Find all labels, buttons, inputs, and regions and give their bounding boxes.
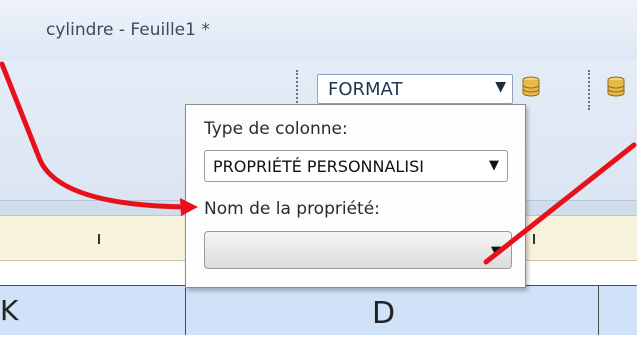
property-name-label: Nom de la propriété:	[204, 199, 380, 219]
property-name-dropdown[interactable]: ▼	[204, 231, 512, 269]
column-type-value: PROPRIÉTÉ PERSONNALISI	[213, 157, 424, 176]
column-header-strip	[0, 285, 637, 337]
chevron-down-icon[interactable]: ▼	[495, 79, 506, 95]
chevron-down-icon[interactable]: ▼	[489, 158, 499, 173]
grid-row	[0, 335, 637, 346]
column-header-d[interactable]: D	[372, 296, 395, 331]
column-type-label: Type de colonne:	[204, 119, 348, 139]
window-title: cylindre - Feuille1 *	[46, 20, 210, 40]
ruler-tick	[533, 234, 535, 244]
format-dropdown[interactable]: FORMAT ▼	[317, 74, 513, 104]
database-icon[interactable]	[606, 76, 626, 98]
column-properties-popup: Type de colonne: PROPRIÉTÉ PERSONNALISI …	[185, 104, 526, 288]
database-icon[interactable]	[521, 76, 541, 98]
ruler-tick	[98, 234, 100, 244]
column-separator[interactable]	[598, 285, 599, 337]
toolbar-grip-handle[interactable]	[588, 70, 593, 110]
column-type-dropdown[interactable]: PROPRIÉTÉ PERSONNALISI ▼	[204, 150, 508, 182]
title-bar: cylindre - Feuille1 *	[0, 0, 637, 61]
column-header-c[interactable]: K	[0, 294, 18, 327]
chevron-down-icon[interactable]: ▼	[491, 244, 501, 259]
column-separator[interactable]	[185, 285, 186, 337]
format-dropdown-value: FORMAT	[328, 79, 403, 100]
